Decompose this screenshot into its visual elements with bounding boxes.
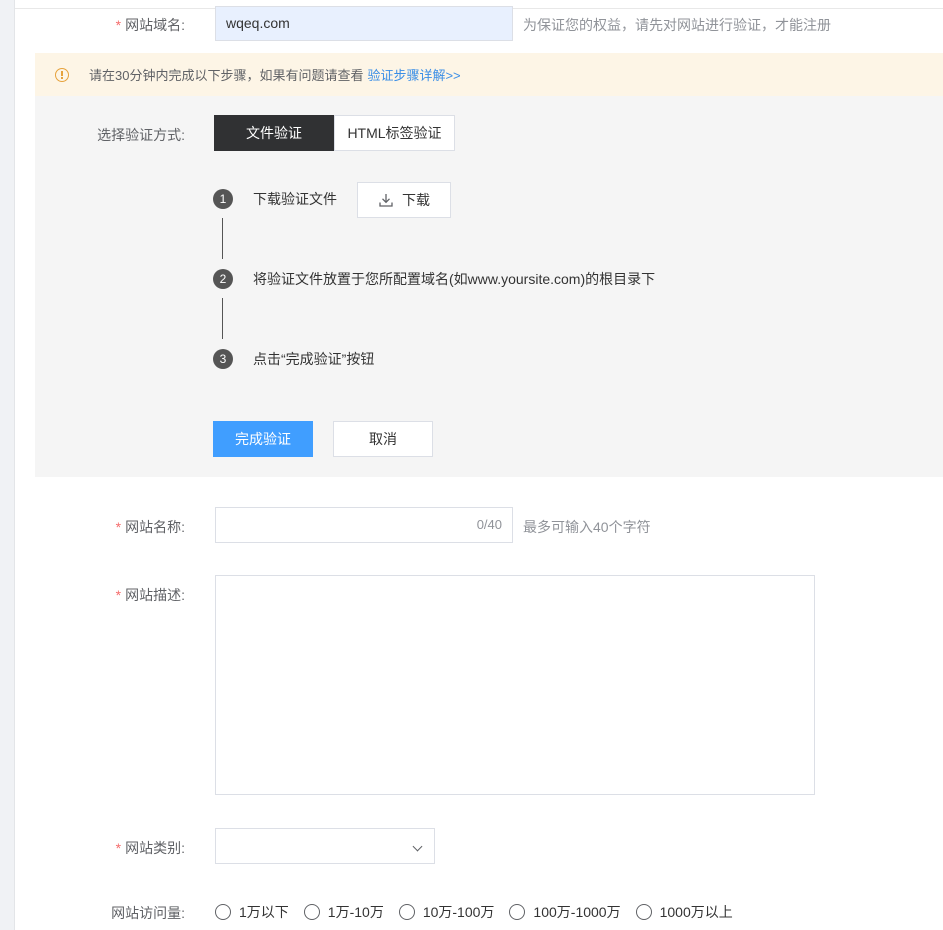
radio-label: 1万以下 <box>239 904 289 920</box>
site-desc-label-text: 网站描述: <box>125 587 185 603</box>
domain-hint: 为保证您的权益，请先对网站进行验证，才能注册 <box>523 17 831 33</box>
verify-method-label: 选择验证方式: <box>97 127 185 143</box>
download-label: 下载 <box>402 192 430 208</box>
step-text: 点击“完成验证”按钮 <box>253 351 375 367</box>
step-connector <box>222 218 223 259</box>
required-mark: * <box>115 519 122 535</box>
required-mark: * <box>115 587 122 603</box>
tab-file-verify[interactable]: 文件验证 <box>214 115 334 151</box>
site-name-hint: 最多可输入40个字符 <box>523 519 651 535</box>
traffic-label: 网站访问量: <box>111 905 185 921</box>
notice-text: 请在30分钟内完成以下步骤，如果有问题请查看 <box>89 68 364 83</box>
warning-icon <box>55 67 69 82</box>
step-text: 将验证文件放置于您所配置域名(如www.yoursite.com)的根目录下 <box>253 271 656 287</box>
radio-label: 1万-10万 <box>327 904 384 920</box>
required-mark: * <box>115 17 122 33</box>
traffic-option[interactable]: 1万-10万 <box>303 902 384 922</box>
traffic-option[interactable]: 10万-100万 <box>398 902 495 922</box>
char-counter: 0/40 <box>476 517 502 532</box>
step-number: 2 <box>213 269 233 289</box>
cancel-button[interactable]: 取消 <box>333 421 433 457</box>
traffic-option[interactable]: 100万-1000万 <box>509 902 621 922</box>
domain-label-text: 网站域名: <box>125 17 185 33</box>
step-connector <box>222 298 223 339</box>
radio-circle[interactable] <box>509 904 526 920</box>
download-button[interactable]: 下载 <box>357 182 451 218</box>
tab-html-tag-verify[interactable]: HTML标签验证 <box>334 115 455 151</box>
radio-circle[interactable] <box>635 904 652 920</box>
radio-circle[interactable] <box>215 904 231 920</box>
required-mark: * <box>115 840 122 856</box>
site-name-label-text: 网站名称: <box>125 519 185 535</box>
traffic-option[interactable]: 1万以下 <box>215 902 289 922</box>
site-category-label: * 网站类别: <box>0 838 185 858</box>
domain-input[interactable]: wqeq.com <box>215 6 513 41</box>
step-3: 3 点击“完成验证”按钮 <box>213 349 374 369</box>
traffic-radio-group: 1万以下 1万-10万 10万-100万 100万-1000万 1000万以上 <box>215 902 748 922</box>
step-2: 2 将验证文件放置于您所配置域名(如www.yoursite.com)的根目录下 <box>213 269 655 289</box>
site-desc-label: * 网站描述: <box>0 585 185 605</box>
complete-verify-button[interactable]: 完成验证 <box>213 421 313 457</box>
radio-circle[interactable] <box>398 904 415 920</box>
step-1: 1 下载验证文件 <box>213 189 337 209</box>
step-number: 1 <box>213 189 233 209</box>
download-icon <box>379 194 393 207</box>
radio-label: 1000万以上 <box>659 904 733 920</box>
step-text: 下载验证文件 <box>253 191 337 207</box>
verify-method-tabs: 文件验证 HTML标签验证 <box>214 115 455 151</box>
site-category-label-text: 网站类别: <box>125 840 185 856</box>
chevron-down-icon <box>412 841 423 852</box>
verify-guide-link[interactable]: 验证步骤详解>> <box>367 65 460 84</box>
site-category-select[interactable] <box>215 828 435 864</box>
notice-bar: 请在30分钟内完成以下步骤，如果有问题请查看 验证步骤详解>> <box>35 53 943 96</box>
site-desc-textarea[interactable] <box>215 575 815 795</box>
radio-label: 10万-100万 <box>422 904 495 920</box>
radio-circle[interactable] <box>303 904 320 920</box>
site-name-label: * 网站名称: <box>0 517 185 537</box>
step-number: 3 <box>213 349 233 369</box>
radio-label: 100万-1000万 <box>533 904 621 920</box>
site-name-input[interactable]: 0/40 <box>215 507 513 543</box>
traffic-option[interactable]: 1000万以上 <box>635 902 733 922</box>
domain-label: * 网站域名: <box>0 15 185 35</box>
